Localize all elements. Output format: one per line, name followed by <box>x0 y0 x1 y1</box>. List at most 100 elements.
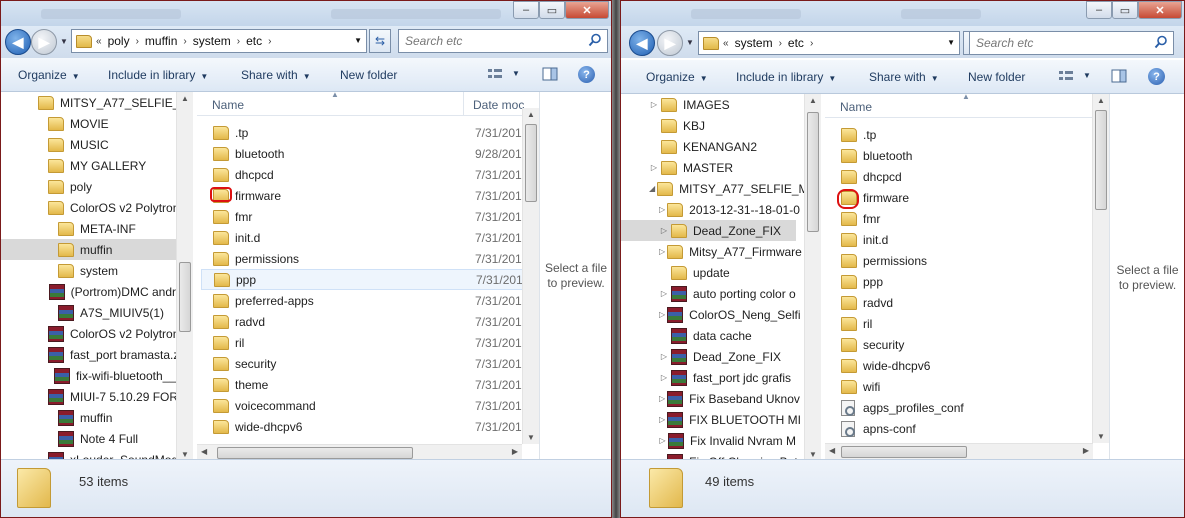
help-icon[interactable]: ? <box>578 66 595 83</box>
list-item[interactable]: permissions <box>829 250 1091 271</box>
tree-item[interactable]: ▷ MASTER <box>621 157 796 178</box>
list-item[interactable]: ppp 7/31/2015 <box>201 269 529 290</box>
expand-arrow-icon[interactable]: ▷ <box>659 373 669 382</box>
expand-arrow-icon[interactable]: ▷ <box>659 247 665 256</box>
tree-item[interactable]: ▷ Dead_Zone_FIX <box>621 220 796 241</box>
tree-item[interactable]: KENANGAN2 <box>621 136 796 157</box>
expand-arrow-icon[interactable]: ▷ <box>659 352 669 361</box>
tree-item[interactable]: ColorOS v2 Polytron <box>1 323 179 344</box>
expand-arrow-icon[interactable]: ◢ <box>649 184 655 193</box>
tree-item[interactable]: ▷ Dead_Zone_FIX <box>621 346 796 367</box>
list-item[interactable]: firmware 7/31/2015 <box>201 185 528 206</box>
tree-item[interactable]: system <box>1 260 176 281</box>
tree-item[interactable]: MY GALLERY <box>1 155 176 176</box>
close-button[interactable]: ✕ <box>565 1 609 19</box>
tree-item[interactable]: muffin <box>1 407 176 428</box>
list-item[interactable]: voicecommand 7/31/2015 <box>201 395 528 416</box>
list-item[interactable]: ppp <box>829 271 1091 292</box>
help-icon[interactable]: ? <box>1148 68 1165 85</box>
scrollbar-thumb[interactable] <box>217 447 413 459</box>
tree-item[interactable]: fast_port bramasta.z <box>1 344 179 365</box>
tree-item[interactable]: MOVIE <box>1 113 176 134</box>
list-item[interactable]: dhcpcd 7/31/2015 <box>201 164 528 185</box>
list-item[interactable]: apns-conf <box>829 418 1091 439</box>
list-item[interactable]: wide-dhcpv6 <box>829 355 1091 376</box>
file-list-scrollbar[interactable]: ▲ ▼ <box>522 108 539 444</box>
list-item[interactable]: radvd 7/31/2015 <box>201 311 528 332</box>
list-item[interactable]: ril <box>829 313 1091 334</box>
list-item[interactable]: init.d <box>829 229 1091 250</box>
view-dropdown[interactable]: ▼ <box>512 69 520 78</box>
recent-pages-dropdown[interactable]: ▼ <box>60 37 68 46</box>
expand-arrow-icon[interactable]: ▷ <box>659 226 669 235</box>
refresh-button[interactable]: ⇆ <box>369 29 391 53</box>
maximize-button[interactable]: ▭ <box>1112 1 1138 19</box>
expand-arrow-icon[interactable]: ▷ <box>659 310 665 319</box>
scrollbar-thumb[interactable] <box>525 124 537 202</box>
list-item[interactable]: fmr 7/31/2015 <box>201 206 528 227</box>
list-item[interactable]: wide-dhcpv6 7/31/2015 <box>201 416 528 437</box>
include-in-library-menu[interactable]: Include in library ▼ <box>736 70 836 84</box>
scrollbar-thumb[interactable] <box>179 262 191 332</box>
expand-arrow-icon[interactable]: ▷ <box>659 205 665 214</box>
search-input[interactable]: Search etc <box>398 29 608 53</box>
breadcrumb-system[interactable]: system <box>193 34 231 48</box>
file-list-horizontal-scrollbar[interactable]: ◀ ▶ <box>825 443 1093 460</box>
expand-arrow-icon[interactable]: ▷ <box>659 415 665 424</box>
list-item[interactable]: dhcpcd <box>829 166 1091 187</box>
tree-item[interactable]: ▷ Fix Baseband Uknov <box>621 388 800 409</box>
navigation-pane-scrollbar[interactable]: ▲ ▼ <box>176 92 193 461</box>
tree-item[interactable]: fix-wifi-bluetooth__ <box>1 365 176 386</box>
forward-button[interactable]: ▶ <box>657 30 683 56</box>
view-options-icon[interactable] <box>487 67 503 81</box>
back-button[interactable]: ◀ <box>629 30 655 56</box>
tree-item[interactable]: Note 4 Full <box>1 428 176 449</box>
scrollbar-thumb[interactable] <box>1095 110 1107 210</box>
tree-item[interactable]: MUSIC <box>1 134 176 155</box>
breadcrumb-etc[interactable]: etc <box>246 34 262 48</box>
tree-item[interactable]: MITSY_A77_SELFIE_M <box>1 92 189 113</box>
preview-pane-icon[interactable] <box>1111 69 1127 83</box>
list-item[interactable]: .tp 7/31/2015 <box>201 122 528 143</box>
address-dropdown[interactable]: ▼ <box>354 36 362 45</box>
expand-arrow-icon[interactable]: ▷ <box>649 100 659 109</box>
tree-item[interactable]: META-INF <box>1 218 176 239</box>
maximize-button[interactable]: ▭ <box>539 1 565 19</box>
navigation-pane-scrollbar[interactable]: ▲ ▼ <box>804 94 821 461</box>
tree-item[interactable]: ▷ FIX BLUETOOTH MI <box>621 409 801 430</box>
list-item[interactable]: init.d 7/31/2015 <box>201 227 528 248</box>
minimize-button[interactable]: ‒ <box>513 1 539 19</box>
view-options-icon[interactable] <box>1058 69 1074 83</box>
title-bar[interactable]: ‒ ▭ ✕ <box>1 1 611 26</box>
search-input[interactable]: Search etc <box>969 31 1174 55</box>
include-in-library-menu[interactable]: Include in library ▼ <box>108 68 208 82</box>
list-item[interactable]: bluetooth 9/28/2015 <box>201 143 528 164</box>
tree-item[interactable]: A7S_MIUIV5(1) <box>1 302 176 323</box>
address-dropdown[interactable]: ▼ <box>947 38 955 47</box>
minimize-button[interactable]: ‒ <box>1086 1 1112 19</box>
tree-item[interactable]: data cache <box>621 325 796 346</box>
tree-item[interactable]: (Portrom)DMC andr <box>1 281 176 302</box>
tree-item[interactable]: ▷ 2013-12-31--18-01-0 <box>621 199 800 220</box>
tree-item[interactable]: ▷ IMAGES <box>621 94 796 115</box>
expand-arrow-icon[interactable]: ▷ <box>659 289 669 298</box>
organize-menu[interactable]: Organize ▼ <box>18 68 80 82</box>
tree-item[interactable]: poly <box>1 176 176 197</box>
expand-arrow-icon[interactable]: ▷ <box>659 436 666 445</box>
breadcrumb-muffin[interactable]: muffin <box>145 34 177 48</box>
preview-pane-icon[interactable] <box>542 67 558 81</box>
tree-item[interactable]: update <box>621 262 796 283</box>
chevron-double-left-icon[interactable]: « <box>723 38 729 49</box>
forward-button[interactable]: ▶ <box>31 29 57 55</box>
scrollbar-thumb[interactable] <box>841 446 967 458</box>
list-item[interactable]: theme 7/31/2015 <box>201 374 528 395</box>
date-modified-column-header[interactable]: Date moc <box>473 98 524 112</box>
breadcrumb-system[interactable]: system <box>735 36 773 50</box>
list-item[interactable]: security <box>829 334 1091 355</box>
expand-arrow-icon[interactable]: ▷ <box>659 394 665 403</box>
list-item[interactable]: fmr <box>829 208 1091 229</box>
chevron-double-left-icon[interactable]: « <box>96 36 102 47</box>
tree-item[interactable]: muffin <box>1 239 176 260</box>
name-column-header[interactable]: Name <box>840 100 872 114</box>
list-item[interactable]: radvd <box>829 292 1091 313</box>
